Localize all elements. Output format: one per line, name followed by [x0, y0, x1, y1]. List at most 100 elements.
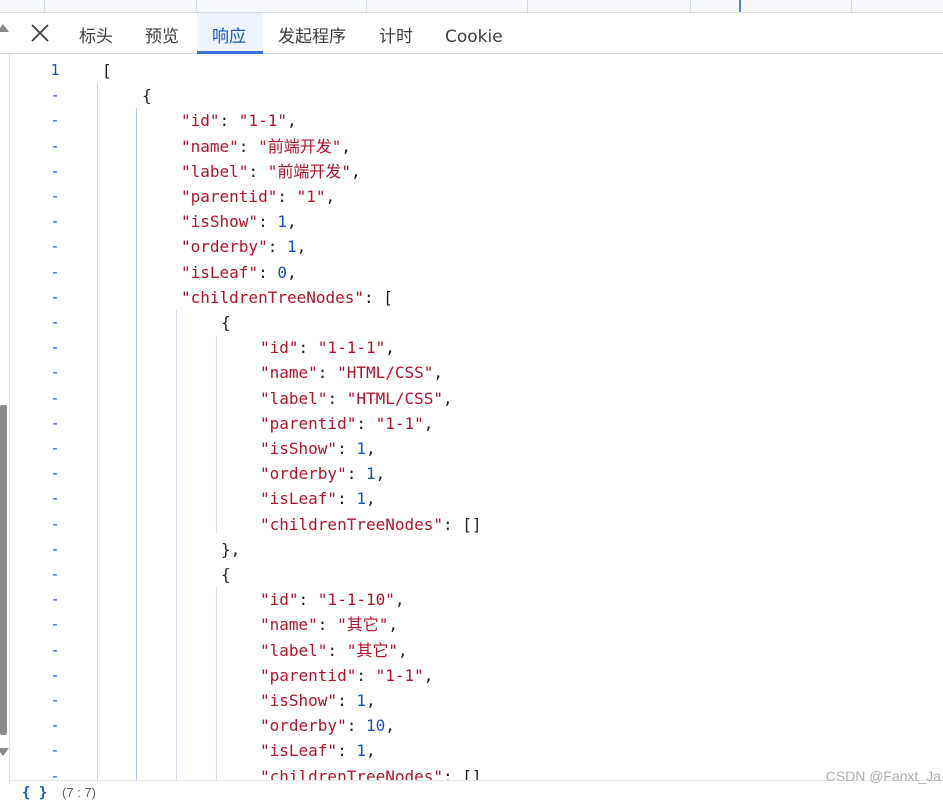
json-key: "parentid" — [181, 187, 278, 206]
tab-response[interactable]: 响应 — [212, 13, 246, 53]
tab-preview[interactable]: 预览 — [145, 13, 179, 53]
json-punctuation: : — [219, 111, 239, 130]
json-punctuation: : — [327, 641, 347, 660]
json-number: 1 — [356, 741, 366, 760]
json-string: "1-1" — [238, 111, 287, 130]
json-punctuation: : — [317, 615, 338, 634]
fold-toggle[interactable]: - — [40, 159, 70, 184]
json-punctuation: , — [385, 338, 395, 357]
column-divider — [851, 0, 852, 12]
json-string: "其它" — [337, 615, 389, 634]
json-key: "label" — [181, 162, 249, 181]
json-string: "其它" — [346, 641, 398, 660]
json-key: "childrenTreeNodes" — [260, 767, 444, 780]
fold-toggle[interactable]: - — [40, 184, 70, 209]
tab-headers[interactable]: 标头 — [79, 13, 113, 53]
code-line: "orderby": 10, — [260, 713, 395, 738]
code-line: "name": "其它", — [260, 612, 398, 637]
fold-toggle[interactable]: - — [40, 562, 70, 587]
json-punctuation: , — [325, 187, 336, 206]
fold-toggle[interactable]: - — [40, 738, 70, 763]
fold-toggle[interactable]: - — [40, 411, 70, 436]
fold-toggle[interactable]: - — [40, 537, 70, 562]
fold-toggle[interactable]: - — [40, 764, 70, 780]
column-divider — [196, 0, 197, 12]
fold-toggle[interactable]: - — [40, 461, 70, 486]
tab-timing[interactable]: 计时 — [379, 13, 413, 53]
code-line: { — [142, 83, 152, 108]
json-key: "childrenTreeNodes" — [181, 288, 365, 307]
collapse-up-icon[interactable] — [0, 24, 9, 32]
fold-toggle[interactable]: - — [40, 713, 70, 738]
fold-toggle[interactable]: - — [40, 209, 70, 234]
json-string: "HTML/CSS" — [346, 389, 444, 408]
tab-initiator[interactable]: 发起程序 — [278, 13, 346, 53]
fold-toggle[interactable]: - — [40, 83, 70, 108]
fold-toggle[interactable]: - — [40, 310, 70, 335]
json-punctuation: : — [356, 414, 376, 433]
fold-toggle[interactable]: - — [40, 285, 70, 310]
fold-toggle[interactable]: - — [40, 360, 70, 385]
json-punctuation: : — [327, 389, 347, 408]
response-json-viewer[interactable]: 1 [- {- "id": "1-1", - "name": "前端开发", - "label… — [0, 58, 943, 780]
json-key: "orderby" — [260, 464, 347, 483]
json-punctuation: , — [350, 162, 361, 181]
json-key: "isShow" — [181, 212, 259, 231]
json-key: "id" — [181, 111, 220, 130]
json-punctuation: : — [356, 666, 376, 685]
fold-toggle[interactable]: - — [40, 612, 70, 637]
code-line: "isLeaf": 0, — [181, 260, 297, 285]
fold-toggle[interactable]: - — [40, 512, 70, 537]
close-icon[interactable] — [26, 19, 54, 47]
cursor-position: (7 : 7) — [62, 785, 96, 800]
json-punctuation: : — [267, 237, 287, 256]
fold-toggle[interactable]: - — [40, 663, 70, 688]
json-key: "childrenTreeNodes" — [260, 515, 444, 534]
json-punctuation: : — [346, 716, 366, 735]
fold-toggle[interactable]: - — [40, 260, 70, 285]
status-bar — [10, 780, 943, 794]
code-line: "parentid": "1-1", — [260, 663, 433, 688]
code-line: "label": "其它", — [260, 638, 408, 663]
json-key: "orderby" — [260, 716, 347, 735]
json-key: "orderby" — [181, 237, 268, 256]
line-number: 1 — [50, 61, 60, 79]
json-punctuation: : — [258, 263, 278, 282]
code-line: "orderby": 1, — [181, 234, 306, 259]
fold-toggle[interactable]: - — [40, 486, 70, 511]
pretty-print-button[interactable]: { } — [22, 786, 47, 800]
indent-guide — [216, 335, 217, 533]
indent-guide — [97, 83, 98, 780]
tab-cookie[interactable]: Cookie — [445, 13, 503, 53]
json-number: 1 — [277, 212, 287, 231]
json-punctuation: { — [142, 86, 152, 105]
json-key: "name" — [181, 137, 239, 156]
header-columns-strip — [0, 0, 943, 13]
fold-toggle[interactable]: - — [40, 688, 70, 713]
json-string: "前端开发" — [258, 137, 342, 156]
fold-toggle[interactable]: - — [40, 436, 70, 461]
json-punctuation: , — [423, 666, 434, 685]
json-string: "HTML/CSS" — [337, 363, 434, 382]
json-string: "1" — [296, 187, 326, 206]
fold-toggle[interactable]: - — [40, 638, 70, 663]
json-punctuation: : — [277, 187, 297, 206]
json-punctuation: : — [258, 212, 278, 231]
json-punctuation: , — [394, 590, 405, 609]
fold-toggle[interactable]: - — [40, 108, 70, 133]
fold-toggle[interactable]: - — [40, 234, 70, 259]
json-number: 10 — [365, 716, 386, 735]
code-line: "label": "HTML/CSS", — [260, 386, 453, 411]
fold-toggle[interactable]: - — [40, 335, 70, 360]
json-number: 1 — [356, 691, 366, 710]
fold-toggle[interactable]: - — [40, 134, 70, 159]
json-punctuation: : [] — [443, 515, 482, 534]
json-string: "前端开发" — [267, 162, 351, 181]
code-line: { — [221, 310, 231, 335]
json-punctuation: , — [341, 137, 351, 156]
json-punctuation: { — [221, 565, 231, 584]
json-number: 1 — [356, 439, 366, 458]
json-number: 0 — [277, 263, 287, 282]
fold-toggle[interactable]: - — [40, 386, 70, 411]
fold-toggle[interactable]: - — [40, 587, 70, 612]
